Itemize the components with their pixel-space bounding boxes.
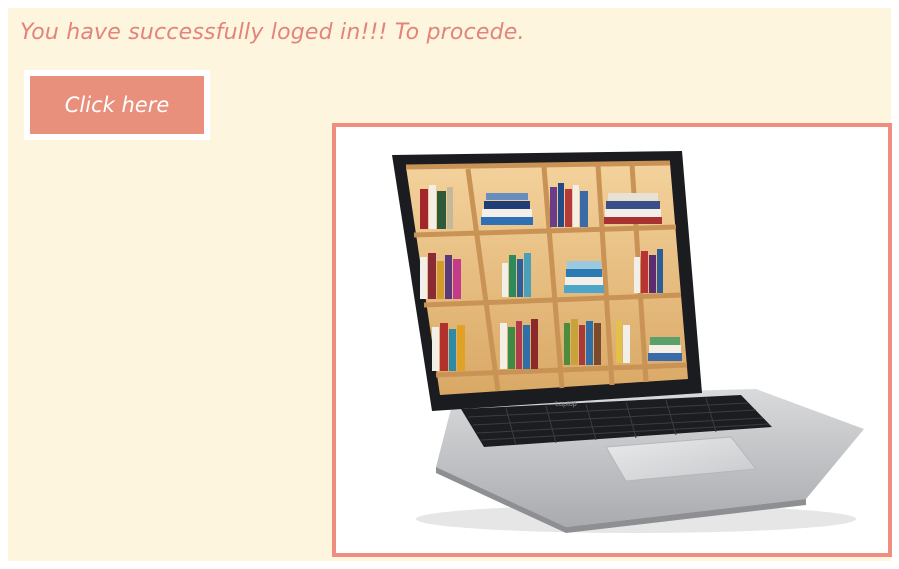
page-container: You have successfully loged in!!! To pro… <box>8 8 892 561</box>
click-here-button[interactable]: Click here <box>30 76 204 134</box>
laptop-brand-label: Laptop <box>555 401 577 408</box>
click-here-button-frame: Click here <box>24 70 210 140</box>
laptop-image-frame: Laptop <box>332 123 892 557</box>
laptop-bookshelf-image: Laptop <box>392 151 864 533</box>
login-success-message: You have successfully loged in!!! To pro… <box>20 20 525 45</box>
